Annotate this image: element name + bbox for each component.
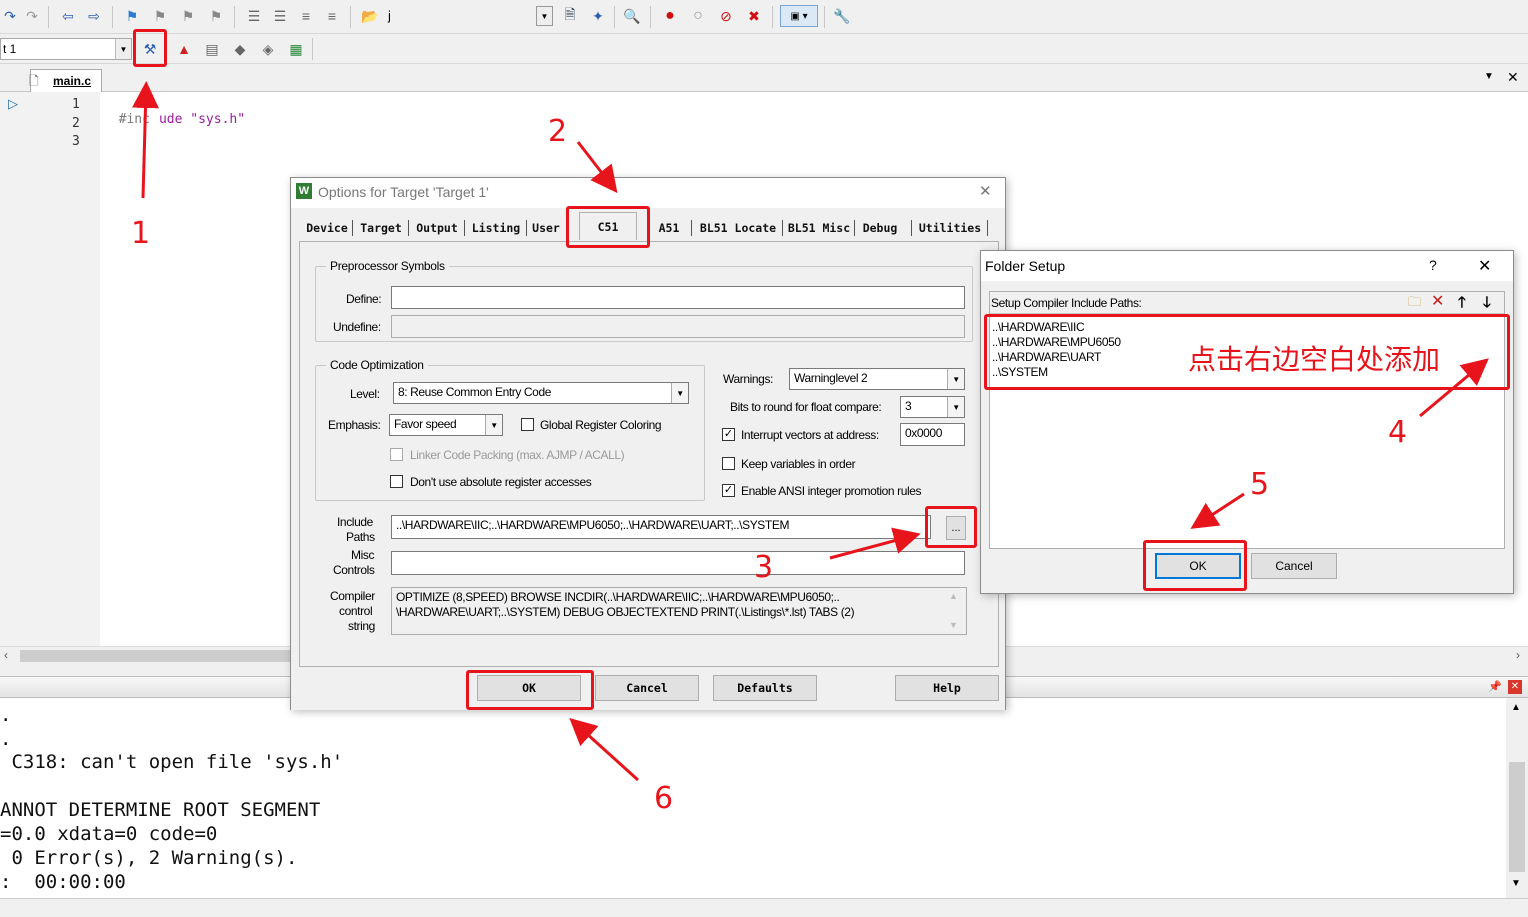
step-number-6: 6 [654,781,674,816]
arrow-6 [569,717,640,782]
step-number-3: 3 [754,550,774,585]
hint-text: 点击右边空白处添加 [1188,343,1441,376]
arrow-2 [576,141,618,194]
annotation-arrows [132,81,1489,782]
step-number-2: 2 [548,114,568,149]
step-number-5: 5 [1250,467,1270,502]
step-number-4: 4 [1388,415,1408,450]
arrow-5 [1190,492,1245,529]
arrow-1 [132,81,159,199]
step-number-1: 1 [131,216,151,251]
arrow-3 [829,527,921,560]
